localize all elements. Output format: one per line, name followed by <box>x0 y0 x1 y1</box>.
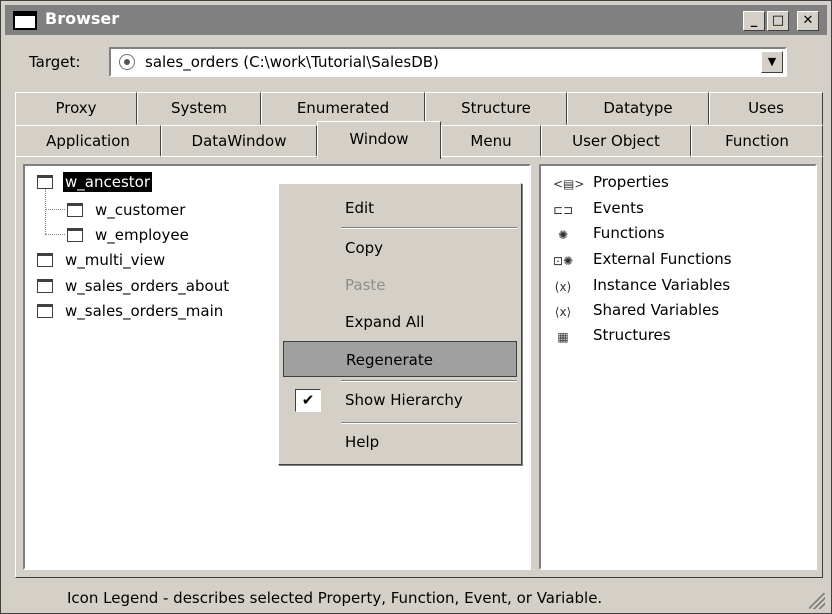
checkmark-icon: ✔ <box>295 389 321 412</box>
window-object-icon <box>37 175 53 189</box>
context-menu: Edit Copy Paste Expand All Regenerate ✔ … <box>278 183 522 465</box>
status-text: Icon Legend - describes selected Propert… <box>67 589 603 607</box>
tab-application[interactable]: Application <box>15 125 161 158</box>
menu-item-edit[interactable]: Edit <box>283 190 517 226</box>
target-icon <box>119 54 135 70</box>
tab-proxy[interactable]: Proxy <box>15 92 137 125</box>
tree-item-label: w_customer <box>95 201 186 219</box>
tab-menu[interactable]: Menu <box>441 125 541 158</box>
tab-function[interactable]: Function <box>691 125 823 158</box>
tree-item-label: w_sales_orders_main <box>65 302 224 320</box>
events-icon: ⊏⊐ <box>553 203 574 217</box>
window-object-icon <box>37 279 53 293</box>
menu-item-expand-all[interactable]: Expand All <box>283 304 517 340</box>
tab-user-object[interactable]: User Object <box>541 125 691 158</box>
menu-item-help[interactable]: Help <box>283 424 517 460</box>
tree-item-label: w_sales_orders_about <box>65 277 230 295</box>
window-object-icon <box>67 203 83 217</box>
chevron-down-icon[interactable]: ▼ <box>761 51 783 73</box>
window-icon <box>13 11 37 30</box>
menu-item-copy[interactable]: Copy <box>283 230 517 266</box>
title-bar[interactable]: Browser _ □ ✕ <box>5 5 827 35</box>
target-label: Target: <box>29 53 81 71</box>
window-object-icon <box>37 253 53 267</box>
menu-separator <box>341 227 517 229</box>
window-object-icon <box>67 228 83 242</box>
close-button[interactable]: ✕ <box>797 11 819 31</box>
status-bar: Icon Legend - describes selected Propert… <box>5 585 827 611</box>
instance-variables-icon: (x) <box>554 280 572 294</box>
menu-item-paste[interactable]: Paste <box>283 267 517 303</box>
tree-item-label: w_ancestor <box>63 172 152 192</box>
tab-window[interactable]: Window <box>317 121 441 159</box>
window-object-icon <box>37 304 53 318</box>
target-combobox[interactable]: sales_orders (C:\work\Tutorial\SalesDB) … <box>109 47 787 77</box>
resize-grip-icon[interactable] <box>809 593 825 609</box>
structures-icon: ▦ <box>557 330 569 344</box>
icon-legend-pane[interactable]: <▤> Properties ⊏⊐ Events ✺ Functions ⊡✺ … <box>539 164 817 570</box>
tree-item-label: w_multi_view <box>65 251 166 269</box>
tab-system[interactable]: System <box>137 92 261 125</box>
tab-uses[interactable]: Uses <box>709 92 823 125</box>
legend-label: Shared Variables <box>593 301 720 319</box>
properties-icon: <▤> <box>553 177 585 191</box>
menu-item-regenerate[interactable]: Regenerate <box>283 341 517 377</box>
tab-datatype[interactable]: Datatype <box>567 92 709 125</box>
legend-label: Instance Variables <box>593 276 731 294</box>
legend-label: Events <box>593 199 644 217</box>
browser-window: Browser _ □ ✕ Target: sales_orders (C:\w… <box>0 0 832 614</box>
legend-label: Properties <box>593 173 669 191</box>
tree-item-label: w_employee <box>95 226 189 244</box>
legend-label: External Functions <box>593 250 732 268</box>
external-functions-icon: ⊡✺ <box>553 254 574 268</box>
menu-item-show-hierarchy[interactable]: ✔ Show Hierarchy <box>283 382 517 418</box>
legend-label: Functions <box>593 224 665 242</box>
shared-variables-icon: ⟨x⟩ <box>554 305 572 319</box>
legend-label: Structures <box>593 326 671 344</box>
minimize-button[interactable]: _ <box>743 11 765 31</box>
tab-structure[interactable]: Structure <box>425 92 567 125</box>
window-title: Browser <box>45 9 120 28</box>
tab-datawindow[interactable]: DataWindow <box>161 125 317 158</box>
functions-icon: ✺ <box>557 228 569 242</box>
maximize-button[interactable]: □ <box>767 11 789 31</box>
target-value: sales_orders (C:\work\Tutorial\SalesDB) <box>145 53 439 71</box>
menu-item-label: Show Hierarchy <box>345 391 463 409</box>
